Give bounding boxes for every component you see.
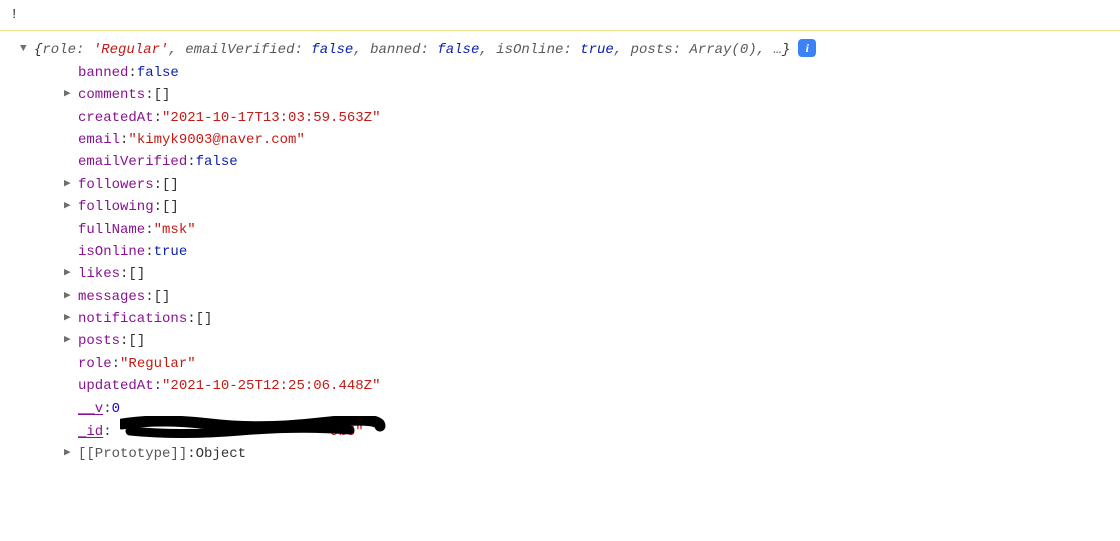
key-following: following bbox=[78, 196, 154, 218]
val-isOnline: true bbox=[154, 241, 188, 263]
prop-likes[interactable]: ▶ likes: [] bbox=[20, 263, 1120, 285]
val-notifications: [] bbox=[196, 308, 213, 330]
redacted-id-value: "000000000000000000000000 bbox=[120, 420, 330, 442]
expand-arrow-right-icon[interactable]: ▶ bbox=[64, 443, 78, 463]
prop-isOnline[interactable]: isOnline: true bbox=[20, 241, 1120, 263]
prop-prototype[interactable]: ▶ [[Prototype]]: Object bbox=[20, 443, 1120, 465]
key-isOnline: isOnline bbox=[78, 241, 145, 263]
val-posts: [] bbox=[128, 330, 145, 352]
key-v: __v bbox=[78, 398, 103, 420]
expand-arrow-right-icon[interactable]: ▶ bbox=[64, 330, 78, 350]
prop-email[interactable]: email: "kimyk9003@naver.com" bbox=[20, 129, 1120, 151]
val-emailVerified: false bbox=[196, 151, 238, 173]
key-role: role bbox=[78, 353, 112, 375]
console-output: ▼ {role: 'Regular', emailVerified: false… bbox=[0, 31, 1120, 473]
key-updatedAt: updatedAt bbox=[78, 375, 154, 397]
expand-arrow-down-icon[interactable]: ▼ bbox=[20, 39, 34, 59]
val-comments: [] bbox=[154, 84, 171, 106]
val-followers: [] bbox=[162, 174, 179, 196]
key-notifications: notifications bbox=[78, 308, 187, 330]
prop-fullName[interactable]: fullName: "msk" bbox=[20, 219, 1120, 241]
prop-createdAt[interactable]: createdAt: "2021-10-17T13:03:59.563Z" bbox=[20, 107, 1120, 129]
key-posts: posts bbox=[78, 330, 120, 352]
val-fullName: "msk" bbox=[154, 219, 196, 241]
key-banned: banned bbox=[78, 62, 128, 84]
val-prototype: Object bbox=[196, 443, 246, 465]
prop-emailVerified[interactable]: emailVerified: false bbox=[20, 151, 1120, 173]
key-followers: followers bbox=[78, 174, 154, 196]
object-summary: {role: 'Regular', emailVerified: false, … bbox=[34, 39, 790, 61]
prop-v[interactable]: __v: 0 bbox=[20, 398, 1120, 420]
console-warning-bar: ! bbox=[0, 0, 1120, 31]
val-email: "kimyk9003@naver.com" bbox=[128, 129, 304, 151]
val-createdAt: "2021-10-17T13:03:59.563Z" bbox=[162, 107, 380, 129]
prop-banned[interactable]: banned: false bbox=[20, 62, 1120, 84]
val-role: "Regular" bbox=[120, 353, 196, 375]
prop-role[interactable]: role: "Regular" bbox=[20, 353, 1120, 375]
prop-followers[interactable]: ▶ followers: [] bbox=[20, 174, 1120, 196]
object-summary-row[interactable]: ▼ {role: 'Regular', emailVerified: false… bbox=[20, 39, 1120, 61]
key-fullName: fullName bbox=[78, 219, 145, 241]
key-prototype: [[Prototype]] bbox=[78, 443, 187, 465]
expand-arrow-right-icon[interactable]: ▶ bbox=[64, 286, 78, 306]
prop-messages[interactable]: ▶ messages: [] bbox=[20, 286, 1120, 308]
expand-arrow-right-icon[interactable]: ▶ bbox=[64, 196, 78, 216]
prop-updatedAt[interactable]: updatedAt: "2021-10-25T12:25:06.448Z" bbox=[20, 375, 1120, 397]
key-emailVerified: emailVerified bbox=[78, 151, 187, 173]
info-icon[interactable]: i bbox=[798, 39, 816, 57]
prop-following[interactable]: ▶ following: [] bbox=[20, 196, 1120, 218]
expand-arrow-right-icon[interactable]: ▶ bbox=[64, 84, 78, 104]
key-createdAt: createdAt bbox=[78, 107, 154, 129]
expand-arrow-right-icon[interactable]: ▶ bbox=[64, 174, 78, 194]
prop-comments[interactable]: ▶ comments: [] bbox=[20, 84, 1120, 106]
prop-id[interactable]: _id: "000000000000000000000000 9b5" bbox=[20, 420, 1120, 443]
expand-arrow-right-icon[interactable]: ▶ bbox=[64, 308, 78, 328]
warning-text: ! bbox=[10, 7, 18, 23]
val-messages: [] bbox=[154, 286, 171, 308]
prop-notifications[interactable]: ▶ notifications: [] bbox=[20, 308, 1120, 330]
val-updatedAt: "2021-10-25T12:25:06.448Z" bbox=[162, 375, 380, 397]
val-likes: [] bbox=[128, 263, 145, 285]
expand-arrow-right-icon[interactable]: ▶ bbox=[64, 263, 78, 283]
key-id: _id bbox=[78, 424, 103, 440]
val-id-tail: 9b5" bbox=[330, 424, 364, 440]
key-email: email bbox=[78, 129, 120, 151]
val-banned: false bbox=[137, 62, 179, 84]
prop-posts[interactable]: ▶ posts: [] bbox=[20, 330, 1120, 352]
key-likes: likes bbox=[78, 263, 120, 285]
val-v: 0 bbox=[112, 398, 120, 420]
key-comments: comments bbox=[78, 84, 145, 106]
val-following: [] bbox=[162, 196, 179, 218]
key-messages: messages bbox=[78, 286, 145, 308]
